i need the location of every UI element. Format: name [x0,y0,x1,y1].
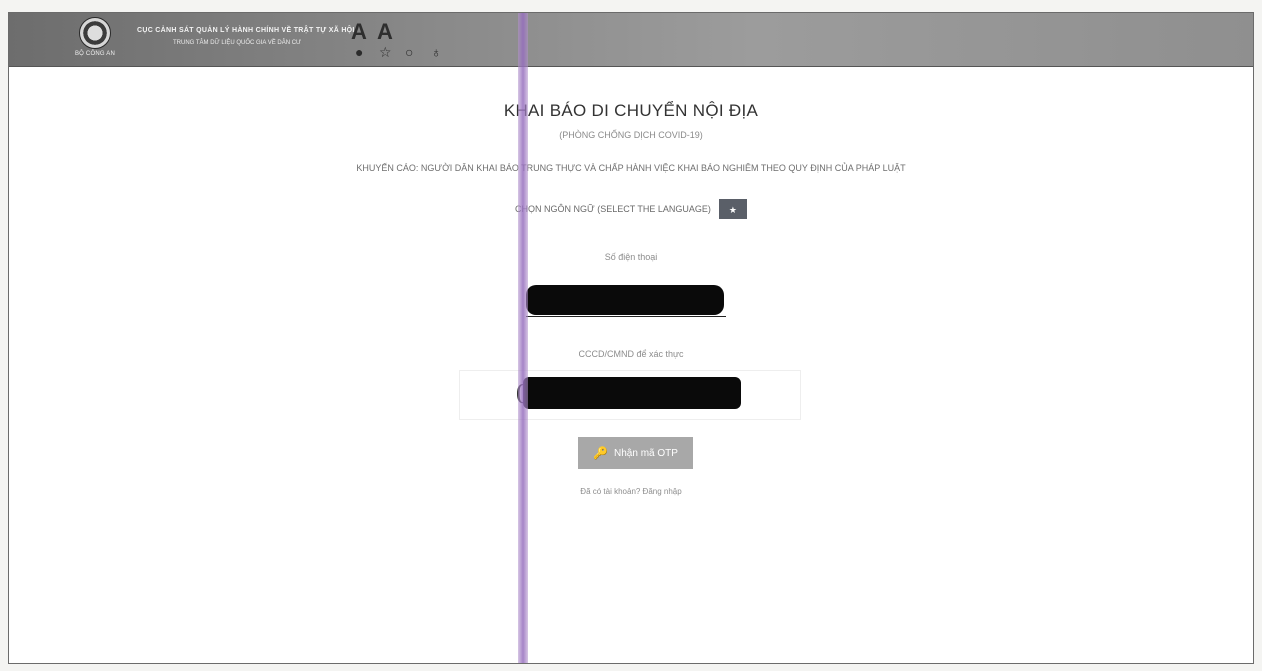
redaction-bar [526,285,724,315]
medal-icon: ○ [405,44,414,60]
emblem-caption: BỘ CÔNG AN [74,51,115,57]
police-emblem-logo: BỘ CÔNG AN [71,17,119,63]
badge-a-icon: A [377,19,393,44]
org-subname: TRUNG TÂM DỮ LIỆU QUỐC GIA VỀ DÂN CƯ [173,40,302,46]
login-link[interactable]: Đã có tài khoản? Đăng nhập [9,487,1253,496]
scan-artifact-stripe [518,13,528,663]
language-label: CHỌN NGÔN NGỮ (SELECT THE LANGUAGE) [515,204,711,214]
medal-icon: ● [355,44,364,60]
redaction-bar [523,377,741,409]
award-badges: A A ● ☆ ○ ♁ [347,19,457,61]
cccd-label: CCCD/CMND để xác thực [578,349,684,359]
page-frame: BỘ CÔNG AN CỤC CẢNH SÁT QUẢN LÝ HÀNH CHÍ… [8,12,1254,664]
star-medal-icon: ☆ [379,44,392,60]
warning-notice: KHUYẾN CÁO: NGƯỜI DÂN KHAI BÁO TRUNG THỰ… [356,163,906,173]
phone-label: Số điện thoại [604,252,658,262]
otp-button-label: Nhận mã OTP [614,447,678,459]
language-selector: CHỌN NGÔN NGỮ (SELECT THE LANGUAGE) ★ [9,199,1253,219]
key-icon: 🔑 [593,446,609,460]
language-flag-button[interactable]: ★ [718,199,747,219]
org-name: CỤC CẢNH SÁT QUẢN LÝ HÀNH CHÍNH VỀ TRẬT … [137,27,355,34]
site-header: BỘ CÔNG AN CỤC CẢNH SÁT QUẢN LÝ HÀNH CHÍ… [9,13,1253,67]
page-title: KHAI BÁO DI CHUYỂN NỘI ĐỊA [503,101,759,120]
page-subtitle: (PHÒNG CHỐNG DỊCH COVID-19) [559,130,703,140]
badge-a-icon: A [351,19,367,44]
medal-icon: ♁ [431,44,442,60]
get-otp-button[interactable]: 🔑 Nhận mã OTP [578,437,693,469]
emblem-icon [79,17,111,49]
